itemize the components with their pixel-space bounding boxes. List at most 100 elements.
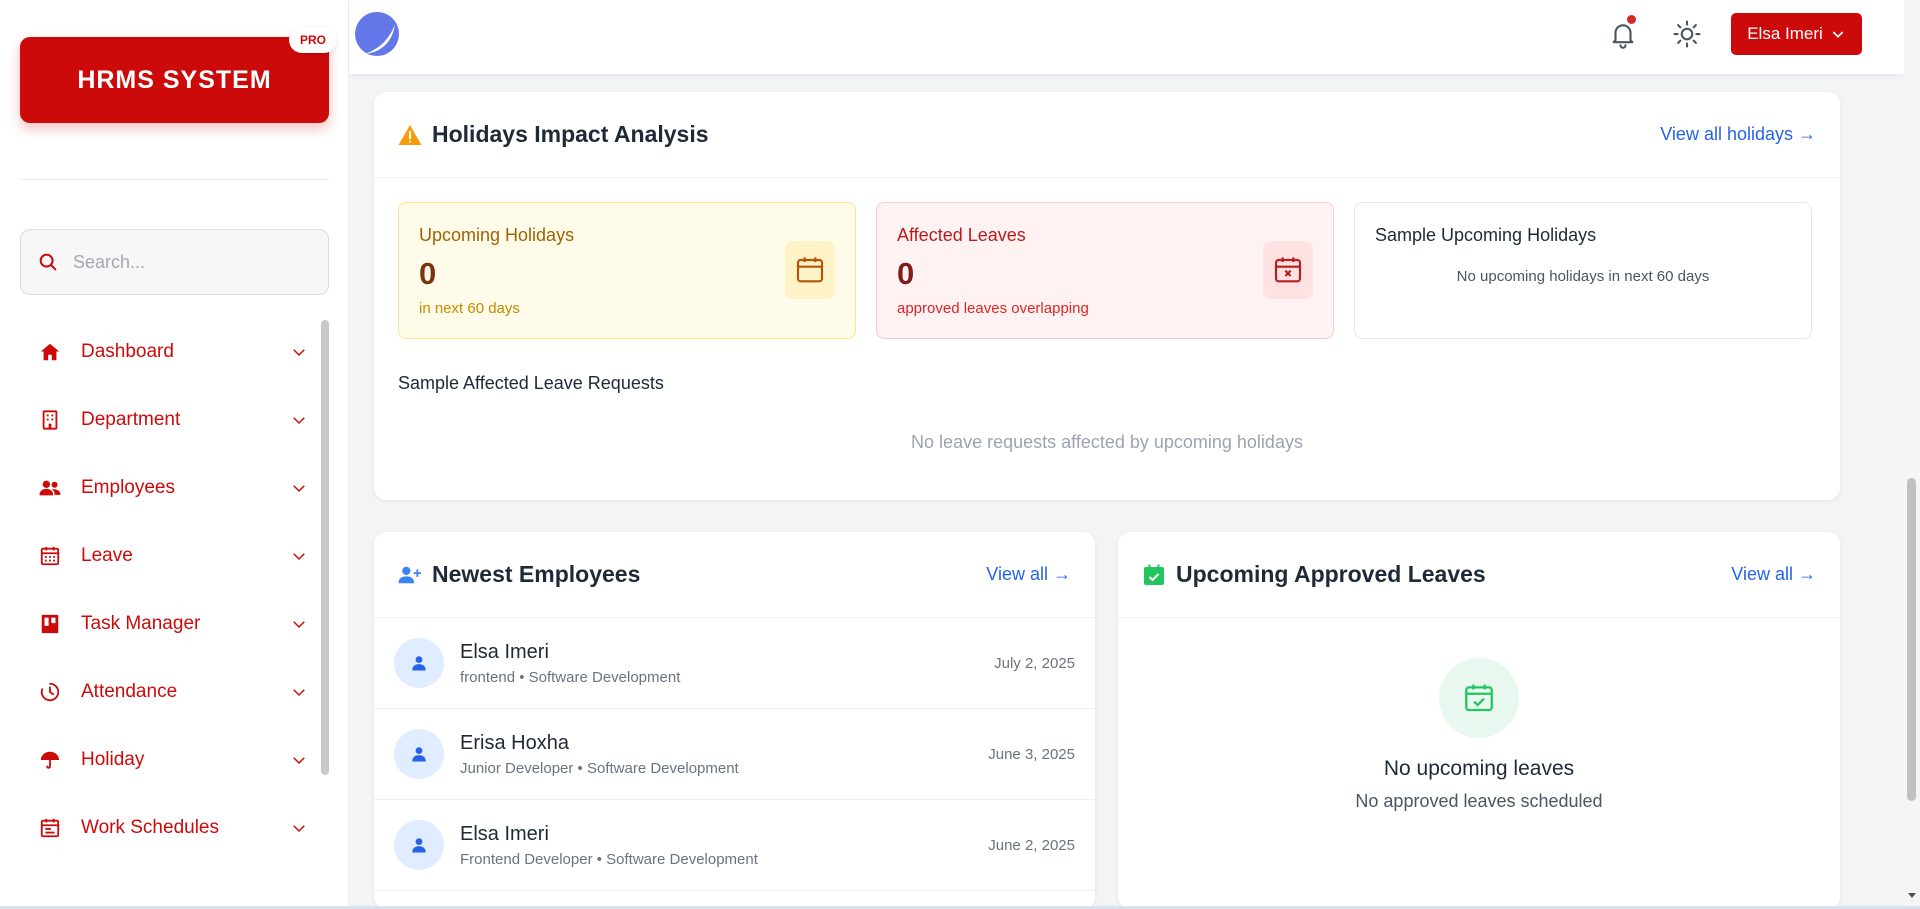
kanban-icon [38,612,62,636]
sidebar-item-holiday[interactable]: Holiday [20,726,320,794]
brand-logo[interactable]: HRMS SYSTEM PRO [20,27,337,123]
sidebar-nav: Dashboard Department Employees Leave Tas… [20,318,320,862]
view-all-holidays-link[interactable]: View all holidays → [1660,124,1816,145]
top-bar: Elsa Imeri [349,0,1904,74]
employee-meta: frontend • Software Development [460,668,681,686]
home-icon [38,340,62,364]
sidebar: HRMS SYSTEM PRO Dashboard Department Emp… [0,0,349,909]
upcoming-holidays-stat: Upcoming Holidays 0 in next 60 days [398,202,856,339]
sidebar-item-department[interactable]: Department [20,386,320,454]
holidays-impact-card: Holidays Impact Analysis View all holida… [374,92,1840,500]
sidebar-item-label: Department [81,409,181,430]
employee-info: Elsa Imeri frontend • Software Developme… [460,641,994,686]
sidebar-item-label: Leave [81,545,133,566]
user-icon [412,656,426,671]
calendar-check-icon [1465,684,1493,712]
employee-row[interactable]: Elsa Imeri frontend • Software Developme… [374,618,1095,709]
chevron-down-icon[interactable] [290,547,308,565]
employee-meta: Frontend Developer • Software Developmen… [460,850,758,868]
employee-name: Elsa Imeri [460,822,549,845]
employee-date: June 2, 2025 [988,836,1075,854]
empty-state-icon-wrapper [1439,658,1519,738]
sidebar-item-leave[interactable]: Leave [20,522,320,590]
scroll-down-arrow-icon[interactable] [1907,890,1917,900]
avatar [394,638,444,688]
affected-leaves-stat: Affected Leaves 0 approved leaves overla… [876,202,1334,339]
users-icon [38,476,62,500]
clock-icon [38,680,62,704]
sidebar-divider [20,179,329,180]
theme-toggle-sun-icon[interactable] [1672,19,1702,49]
sidebar-item-label: Holiday [81,749,145,770]
stat-subtext: in next 60 days [419,300,520,317]
employee-name: Elsa Imeri [460,640,549,663]
card-title: Newest Employees [432,561,641,587]
user-menu-button[interactable]: Elsa Imeri [1731,13,1862,55]
sidebar-item-label: Employees [81,477,175,498]
stat-label: Upcoming Holidays [419,225,575,245]
user-icon [412,838,426,853]
sidebar-item-dashboard[interactable]: Dashboard [20,318,320,386]
search-icon [39,253,57,271]
pro-badge: PRO [288,27,337,53]
umbrella-icon [38,748,62,772]
chevron-down-icon[interactable] [290,819,308,837]
sidebar-scrollbar[interactable] [321,320,329,775]
chevron-down-icon[interactable] [290,751,308,769]
employee-row[interactable]: Erisa Hoxha Junior Developer • Software … [374,709,1095,800]
building-icon [38,408,62,432]
chevron-down-icon[interactable] [290,411,308,429]
app-logo-icon[interactable] [353,10,401,58]
view-all-employees-link[interactable]: View all → [986,564,1071,585]
chevron-down-icon [1832,31,1844,38]
employee-info: Elsa Imeri Frontend Developer • Software… [460,823,988,868]
calendar-icon [785,241,835,299]
employee-row[interactable]: Elsa Imeri Frontend Developer • Software… [374,800,1095,891]
calendar-check-icon [1144,564,1164,585]
calendar-x-icon [1263,241,1313,299]
employee-date: July 2, 2025 [994,654,1075,672]
card-header: Upcoming Approved Leaves View all → [1118,532,1840,618]
employee-info: Erisa Hoxha Junior Developer • Software … [460,732,988,777]
sample-upcoming-title: Sample Upcoming Holidays [1375,225,1597,245]
sidebar-item-label: Work Schedules [81,817,219,838]
stat-value: 0 [419,256,437,291]
chevron-down-icon[interactable] [290,683,308,701]
chevron-down-icon[interactable] [290,615,308,633]
employee-meta: Junior Developer • Software Development [460,759,739,777]
search-input[interactable] [73,251,313,273]
sample-upcoming-holidays: Sample Upcoming Holidays No upcoming hol… [1354,202,1812,339]
newest-employees-card: Newest Employees View all → Elsa Imeri f… [374,532,1095,909]
calendar-grid-icon [38,544,62,568]
user-icon [412,747,426,762]
sample-affected-empty: No leave requests affected by upcoming h… [911,432,1303,452]
user-plus-icon [398,566,421,583]
brand-title: HRMS SYSTEM [77,65,272,94]
sidebar-item-work-schedules[interactable]: Work Schedules [20,794,320,862]
view-all-leaves-link[interactable]: View all → [1731,564,1816,585]
employee-name: Erisa Hoxha [460,731,569,754]
page-scrollbar-thumb[interactable] [1907,478,1916,801]
sample-upcoming-empty: No upcoming holidays in next 60 days [1456,268,1710,285]
avatar [394,820,444,870]
sidebar-item-task-manager[interactable]: Task Manager [20,590,320,658]
stat-value: 0 [897,256,915,291]
sidebar-item-label: Attendance [81,681,178,702]
card-title: Upcoming Approved Leaves [1176,561,1486,587]
chevron-down-icon[interactable] [290,343,308,361]
stat-subtext: approved leaves overlapping [897,300,1089,317]
sidebar-item-label: Dashboard [81,341,174,362]
sidebar-item-attendance[interactable]: Attendance [20,658,320,726]
sidebar-item-employees[interactable]: Employees [20,454,320,522]
notification-dot [1627,15,1636,24]
card-header: Newest Employees View all → [374,532,1095,618]
stat-label: Affected Leaves [897,225,1026,245]
schedule-icon [38,816,62,840]
employee-date: June 3, 2025 [988,745,1075,763]
empty-state-title: No upcoming leaves [1383,757,1575,780]
upcoming-leaves-card: Upcoming Approved Leaves View all → No u… [1118,532,1840,909]
card-header: Holidays Impact Analysis View all holida… [374,92,1840,178]
chevron-down-icon[interactable] [290,479,308,497]
empty-state-subtitle: No approved leaves scheduled [1355,791,1603,811]
search-box [20,229,329,295]
